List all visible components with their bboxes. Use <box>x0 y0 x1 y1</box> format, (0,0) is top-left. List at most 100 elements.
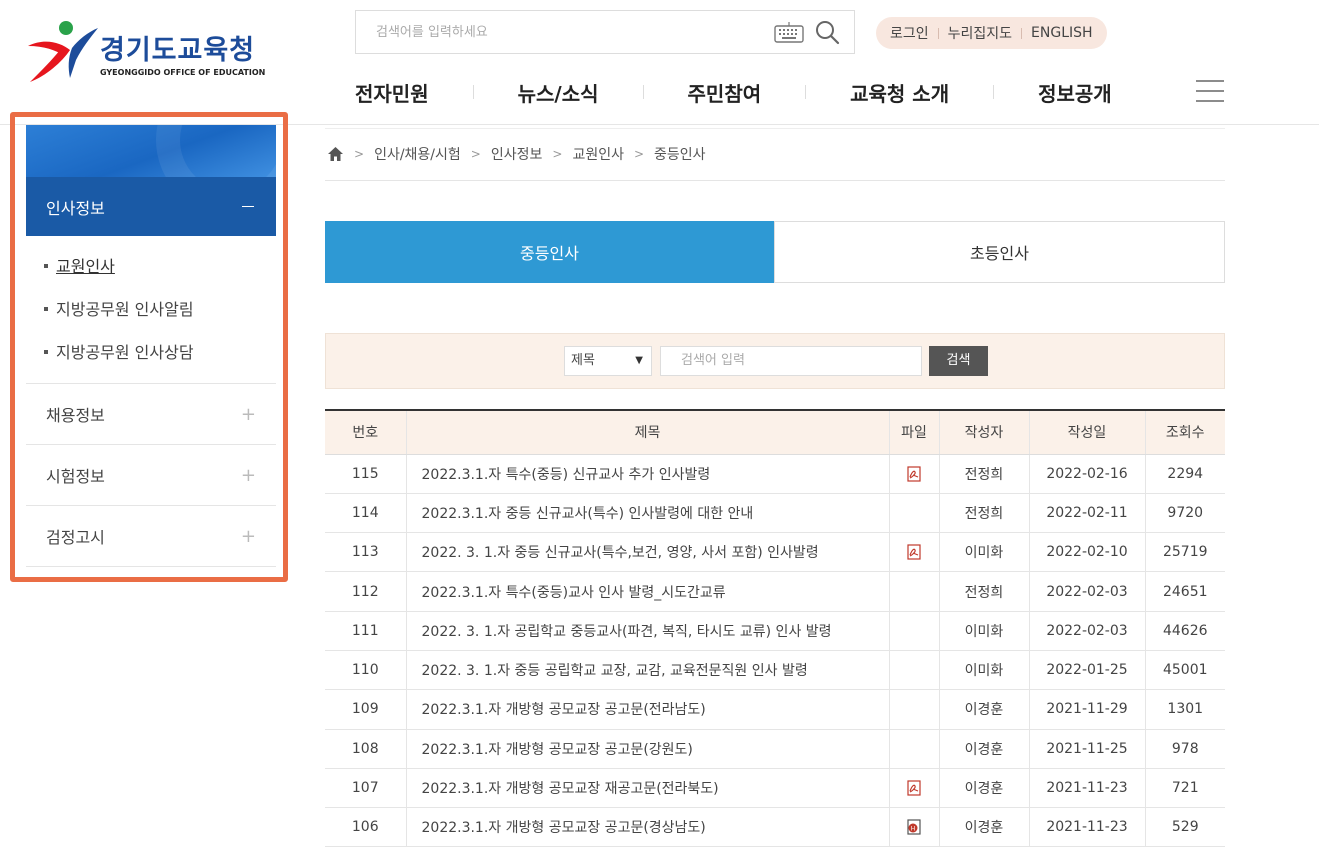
row-title-link[interactable]: 2022.3.1.자 개방형 공모교장 공고문(경상남도) <box>405 807 889 848</box>
table-row[interactable]: 108 2022.3.1.자 개방형 공모교장 공고문(강원도) 이경훈 2021-1… <box>325 729 1225 769</box>
pdf-file-icon[interactable] <box>906 780 922 796</box>
table-row[interactable]: 109 2022.3.1.자 개방형 공모교장 공고문(전라남도) 이경훈 2021-… <box>325 689 1225 730</box>
col-file: 파일 <box>888 409 939 455</box>
row-title-link[interactable]: 2022. 3. 1.자 공립학교 중등교사(파견, 복직, 타시도 교류) 인… <box>405 611 889 651</box>
row-author: 이경훈 <box>938 807 1029 848</box>
magnifier-icon[interactable] <box>814 19 840 45</box>
divider <box>325 128 1225 129</box>
chevron-down-icon: ▼ <box>635 355 643 366</box>
table-row[interactable]: 115 2022.3.1.자 특수(중등) 신규교사 추가 인사발령 전정희 2022… <box>325 454 1225 494</box>
row-number: 112 <box>325 571 406 612</box>
search-button[interactable]: 검색 <box>929 346 988 376</box>
chevron-right-icon: > <box>470 147 481 161</box>
row-date: 2022-02-03 <box>1028 571 1145 612</box>
row-views: 978 <box>1144 729 1225 769</box>
table-row[interactable]: 111 2022. 3. 1.자 공립학교 중등교사(파견, 복직, 타시도 교류… <box>325 611 1225 651</box>
pdf-file-icon[interactable] <box>906 544 922 560</box>
row-author: 전정희 <box>938 454 1029 494</box>
breadcrumb-item[interactable]: 교원인사 <box>572 144 624 164</box>
keyword-input[interactable]: 검색어 입력 <box>660 346 922 376</box>
row-title-link[interactable]: 2022. 3. 1.자 중등 공립학교 교장, 교감, 교육전문직원 인사 발… <box>405 650 889 691</box>
row-date: 2021-11-29 <box>1028 689 1145 730</box>
row-author: 이경훈 <box>938 729 1029 769</box>
breadcrumb-item[interactable]: 인사정보 <box>491 144 543 164</box>
row-number: 110 <box>325 650 406 691</box>
chevron-right-icon: > <box>633 147 645 161</box>
row-number: 106 <box>325 807 406 848</box>
tab-secondary-personnel[interactable]: 중등인사 <box>325 221 774 283</box>
row-date: 2022-02-10 <box>1028 532 1145 573</box>
row-title-link[interactable]: 2022.3.1.자 특수(중등)교사 인사 발령_시도간교류 <box>405 571 889 612</box>
logo-subtitle: GYEONGGIDO OFFICE OF EDUCATION <box>100 68 266 77</box>
home-icon[interactable] <box>327 146 344 162</box>
login-link[interactable]: 로그인 <box>890 23 929 43</box>
chevron-right-icon: > <box>552 147 563 161</box>
row-file <box>888 493 939 534</box>
divider <box>1021 27 1023 39</box>
row-title-link[interactable]: 2022. 3. 1.자 중등 신규교사(특수,보건, 영양, 사서 포함) 인… <box>405 532 889 573</box>
col-date: 작성일 <box>1028 409 1145 455</box>
nav-item-news[interactable]: 뉴스/소식 <box>518 78 599 107</box>
row-file <box>888 532 939 573</box>
table-header-row: 번호 제목 파일 작성자 작성일 조회수 <box>325 409 1225 455</box>
global-search <box>355 10 855 54</box>
tab-bar: 중등인사 초등인사 <box>325 221 1225 283</box>
row-number: 115 <box>325 454 406 494</box>
chevron-right-icon: > <box>354 147 365 161</box>
table-row[interactable]: 107 2022.3.1.자 개방형 공모교장 재공고문(전라북도) 이경훈 2021… <box>325 768 1225 809</box>
row-views: 1301 <box>1144 689 1225 730</box>
table-row[interactable]: 112 2022.3.1.자 특수(중등)교사 인사 발령_시도간교류 전정희 202… <box>325 571 1225 612</box>
breadcrumb-item[interactable]: 인사/채용/시험 <box>374 144 461 164</box>
search-field-select[interactable]: 제목 ▼ <box>564 346 652 376</box>
table-row[interactable]: 110 2022. 3. 1.자 중등 공립학교 교장, 교감, 교육전문직원 인… <box>325 650 1225 691</box>
row-author: 이경훈 <box>938 768 1029 809</box>
nav-item-participation[interactable]: 주민참여 <box>688 78 762 107</box>
col-views: 조회수 <box>1144 409 1225 455</box>
hwp-file-icon[interactable]: H <box>906 819 922 835</box>
nav-item-civil-petition[interactable]: 전자민원 <box>355 78 429 107</box>
row-author: 전정희 <box>938 571 1029 612</box>
row-title-link[interactable]: 2022.3.1.자 개방형 공모교장 공고문(전라남도) <box>405 689 889 730</box>
row-title-link[interactable]: 2022.3.1.자 개방형 공모교장 공고문(강원도) <box>405 729 889 769</box>
row-number: 108 <box>325 729 406 769</box>
row-title-link[interactable]: 2022.3.1.자 특수(중등) 신규교사 추가 인사발령 <box>405 454 889 494</box>
pdf-file-icon[interactable] <box>906 466 922 482</box>
keyboard-icon[interactable] <box>774 21 804 43</box>
row-date: 2022-02-03 <box>1028 611 1145 651</box>
table-row[interactable]: 113 2022. 3. 1.자 중등 신규교사(특수,보건, 영양, 사서 포함… <box>325 532 1225 573</box>
row-file <box>888 689 939 730</box>
row-file <box>888 650 939 691</box>
row-views: 9720 <box>1144 493 1225 534</box>
row-views: 529 <box>1144 807 1225 848</box>
nav-item-about[interactable]: 교육청 소개 <box>850 78 949 107</box>
divider <box>937 27 939 39</box>
tab-elementary-personnel[interactable]: 초등인사 <box>774 221 1225 283</box>
hamburger-menu-icon[interactable] <box>1196 79 1224 103</box>
table-row[interactable]: 106 2022.3.1.자 개방형 공모교장 공고문(경상남도) H 이경훈 2021… <box>325 807 1225 848</box>
row-date: 2021-11-25 <box>1028 729 1145 769</box>
logo[interactable]: 경기도교육청 GYEONGGIDO OFFICE OF EDUCATION <box>26 20 286 90</box>
search-input[interactable] <box>356 11 756 53</box>
row-author: 이경훈 <box>938 689 1029 730</box>
sitemap-link[interactable]: 누리집지도 <box>948 23 1012 43</box>
row-date: 2022-02-16 <box>1028 454 1145 494</box>
row-number: 107 <box>325 768 406 809</box>
row-number: 109 <box>325 689 406 730</box>
row-author: 이미화 <box>938 611 1029 651</box>
row-author: 이미화 <box>938 532 1029 573</box>
row-title-link[interactable]: 2022.3.1.자 개방형 공모교장 재공고문(전라북도) <box>405 768 889 809</box>
col-author: 작성자 <box>938 409 1029 455</box>
divider <box>805 85 807 99</box>
row-views: 44626 <box>1144 611 1225 651</box>
table-row[interactable]: 114 2022.3.1.자 중등 신규교사(특수) 인사발령에 대한 안내 전정희… <box>325 493 1225 534</box>
row-file <box>888 571 939 612</box>
divider <box>642 85 644 99</box>
breadcrumb-item[interactable]: 중등인사 <box>654 144 706 164</box>
breadcrumb: > 인사/채용/시험 > 인사정보 > 교원인사 > 중등인사 <box>327 144 706 164</box>
row-title-link[interactable]: 2022.3.1.자 중등 신규교사(특수) 인사발령에 대한 안내 <box>405 493 889 534</box>
row-file <box>888 729 939 769</box>
sidebar-highlight-box <box>10 112 288 582</box>
nav-item-disclosure[interactable]: 정보공개 <box>1038 78 1112 107</box>
divider <box>993 85 995 99</box>
english-link[interactable]: ENGLISH <box>1031 25 1093 41</box>
